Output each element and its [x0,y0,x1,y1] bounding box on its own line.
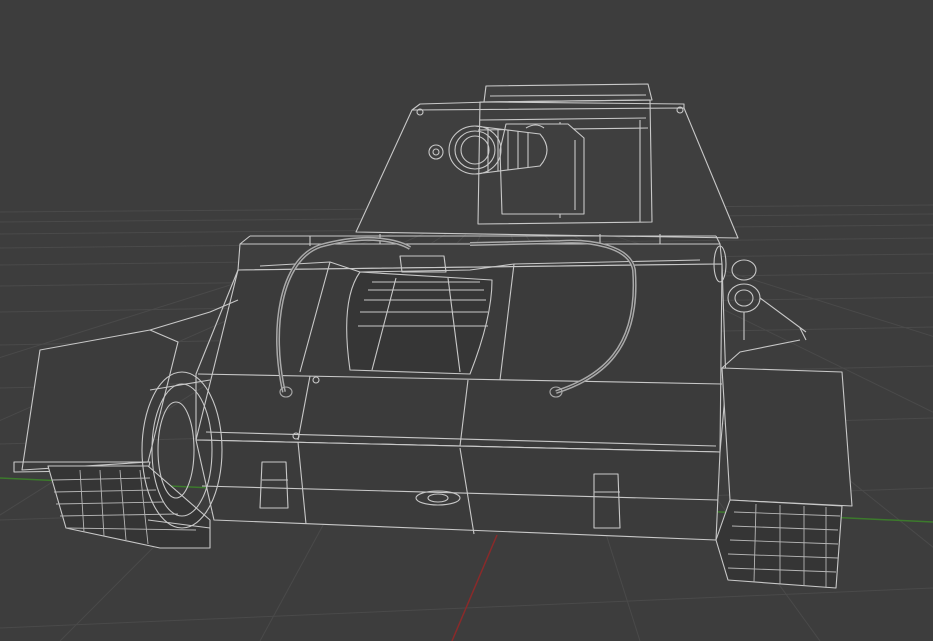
3d-viewport[interactable] [0,0,933,641]
right-track [713,245,853,589]
tank-wireframe-model[interactable] [13,83,853,589]
turret [355,83,739,239]
lower-front-plate [195,439,721,541]
y-axis-line [451,534,498,641]
viewport-canvas[interactable] [0,0,933,641]
front-glacis [195,255,727,453]
